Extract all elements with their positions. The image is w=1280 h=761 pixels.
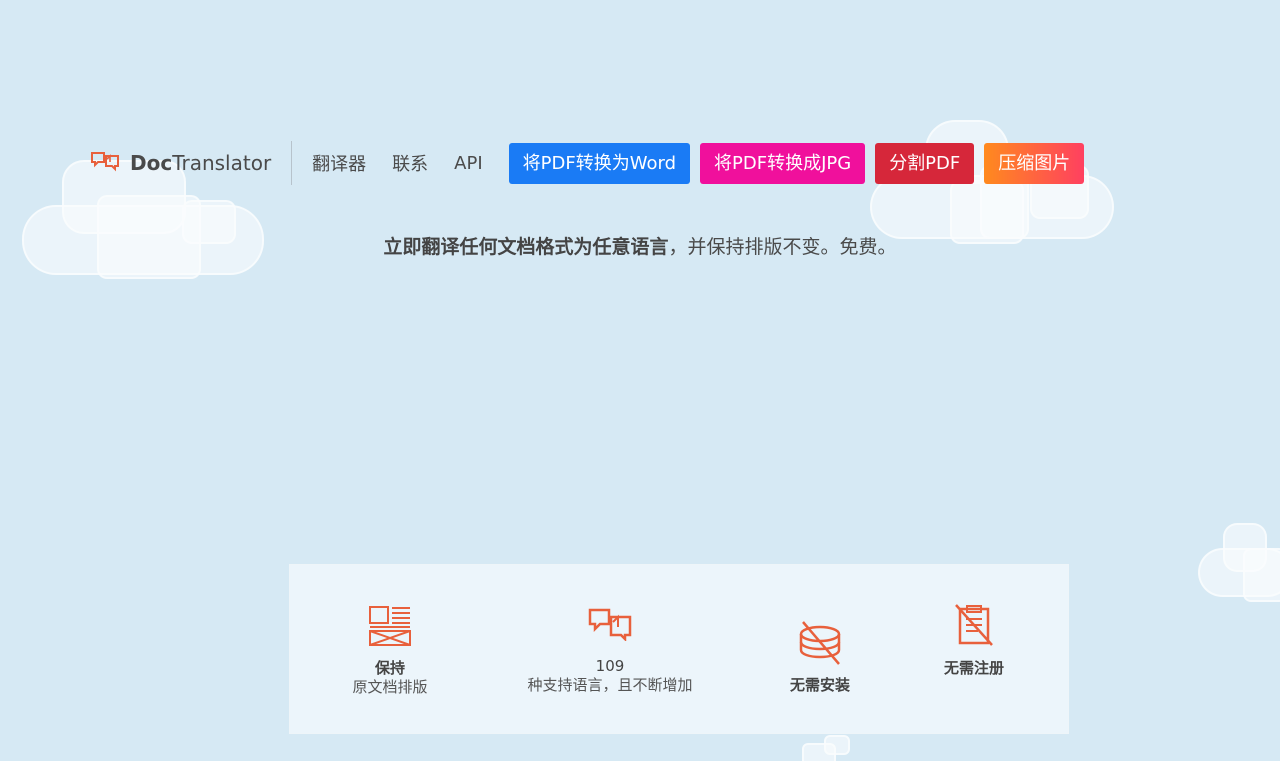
feature-title: 无需安装: [789, 676, 850, 694]
cloud-decoration-bottom-right: [1198, 518, 1280, 603]
feature-no-signup: 无需注册: [924, 603, 1024, 678]
no-signup-icon: [924, 603, 1024, 647]
pdf-to-word-button[interactable]: 将PDF转换为Word: [508, 142, 690, 184]
feature-subtitle: 种支持语言，且不断增加: [527, 676, 693, 694]
cloud-decoration-bottom: [800, 735, 860, 761]
split-pdf-button[interactable]: 分割PDF: [875, 142, 975, 184]
top-nav: DocTranslator 翻译器 联系 API 将PDF转换为Word 将PD…: [90, 140, 1094, 186]
no-install-icon: [770, 620, 870, 666]
feature-title: 无需注册: [943, 659, 1004, 677]
tagline: 立即翻译任何文档格式为任意语言，并保持排版不变。免费。: [383, 236, 897, 258]
compress-image-button[interactable]: 压缩图片: [984, 142, 1085, 184]
feature-keep-layout: 保持 原文档排版: [330, 605, 450, 697]
nav-link-translator[interactable]: 翻译器: [312, 150, 366, 176]
pdf-to-jpg-button[interactable]: 将PDF转换成JPG: [700, 142, 866, 184]
nav-link-api[interactable]: API: [454, 153, 482, 174]
features-panel: 保持 原文档排版 109 种支持语言，且不断增加 无需安装 无需注册: [289, 564, 1069, 734]
feature-title: 109: [595, 657, 625, 675]
translate-chat-icon: [510, 607, 710, 641]
feature-subtitle: 原文档排版: [352, 678, 428, 696]
translate-chat-icon: [90, 150, 120, 176]
brand-name: DocTranslator: [130, 151, 272, 175]
brand-logo[interactable]: DocTranslator: [90, 150, 271, 176]
layout-icon: [330, 605, 450, 647]
feature-languages: 109 种支持语言，且不断增加: [510, 607, 710, 695]
nav-link-contact[interactable]: 联系: [392, 150, 428, 176]
feature-title: 保持: [374, 659, 405, 677]
nav-divider: [291, 141, 293, 185]
feature-no-install: 无需安装: [770, 620, 870, 695]
